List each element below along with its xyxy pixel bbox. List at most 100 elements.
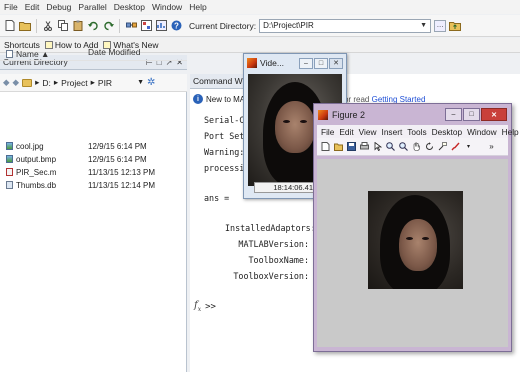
figure-menu-view[interactable]: View (359, 127, 377, 137)
rotate-icon[interactable] (425, 142, 434, 151)
svg-text:?: ? (174, 21, 179, 30)
list-item[interactable]: output.bmp 12/9/15 6:14 PM (0, 153, 187, 165)
m-file-icon (6, 168, 13, 176)
paste-icon[interactable] (72, 20, 84, 32)
file-date: 12/9/15 6:14 PM (88, 141, 147, 151)
close-button[interactable]: ✕ (481, 108, 507, 121)
path-drive[interactable]: D: (42, 78, 51, 88)
figure-menu-help[interactable]: Help (502, 127, 519, 137)
new-figure-icon[interactable] (321, 142, 330, 151)
copy-icon[interactable] (57, 20, 69, 32)
current-directory-field[interactable]: D:\Project\PIR ▼ (259, 18, 432, 33)
open-folder-icon[interactable] (19, 20, 31, 32)
list-item[interactable]: cool.jpg 12/9/15 6:14 PM (0, 140, 187, 152)
toolbar-separator (119, 18, 120, 33)
more-tools-icon[interactable]: » (487, 142, 496, 151)
figure-axes-area (317, 159, 508, 347)
figure-title: Figure 2 (332, 109, 366, 120)
figure-menu-desktop[interactable]: Desktop (432, 127, 462, 137)
cut-icon[interactable] (42, 20, 54, 32)
gear-icon[interactable]: ✲ (147, 77, 155, 88)
menu-bar: File Edit Debug Parallel Desktop Window … (0, 0, 520, 14)
date-column-label: Date Modified (88, 47, 141, 57)
file-name: output.bmp (16, 154, 57, 164)
video-window-titlebar[interactable]: Vide... – □ ✕ (244, 54, 346, 72)
minimize-button[interactable]: – (299, 57, 313, 69)
print-icon[interactable] (360, 142, 369, 151)
menu-edit[interactable]: Edit (25, 2, 40, 12)
figure-toolbar: ▾ » (317, 138, 508, 156)
main-toolbar: ? Current Directory: D:\Project\PIR ▼ … (0, 15, 520, 37)
menu-file[interactable]: File (4, 2, 18, 12)
path-separator: ▸ (90, 77, 95, 87)
path-pir[interactable]: PIR (98, 78, 112, 88)
date-column-header[interactable]: Date Modified (88, 47, 187, 60)
guide-icon[interactable] (140, 20, 152, 32)
command-window-title: Command Win (193, 76, 250, 86)
brush-icon[interactable] (451, 142, 460, 151)
file-name: cool.jpg (16, 141, 44, 151)
menu-parallel[interactable]: Parallel (78, 2, 106, 12)
info-icon: i (193, 94, 203, 104)
image-file-icon (6, 142, 13, 150)
help-icon[interactable]: ? (170, 20, 182, 32)
path-project[interactable]: Project (61, 78, 87, 88)
captured-face-image (368, 191, 463, 289)
figure-titlebar[interactable]: Figure 2 – □ ✕ (314, 104, 511, 125)
figure-menu-window[interactable]: Window (467, 127, 497, 137)
up-folder-icon[interactable] (449, 20, 462, 32)
chevron-down-icon[interactable]: ▼ (420, 22, 427, 29)
simulink-icon[interactable] (125, 20, 137, 32)
path-bar: ◆ ◆ ▸ D: ▸ Project ▸ PIR ▼ ✲ (0, 74, 187, 92)
open-file-icon[interactable] (334, 142, 343, 151)
save-icon[interactable] (347, 142, 356, 151)
profiler-icon[interactable] (155, 20, 167, 32)
output-line: Port Set (204, 131, 245, 141)
current-directory-value: D:\Project\PIR (263, 21, 314, 30)
menu-debug[interactable]: Debug (46, 2, 71, 12)
maximize-button[interactable]: □ (314, 57, 328, 69)
zoom-in-icon[interactable] (386, 142, 395, 151)
list-item[interactable]: PIR_Sec.m 11/13/15 12:13 PM (0, 166, 187, 178)
close-button[interactable]: ✕ (329, 57, 343, 69)
browse-folder-button[interactable]: … (434, 19, 447, 32)
file-name: Thumbs.db (16, 180, 57, 190)
undo-icon[interactable] (87, 20, 99, 32)
forward-icon[interactable]: ◆ (13, 77, 20, 88)
minimize-button[interactable]: – (445, 108, 462, 121)
video-window-title: Vide... (260, 58, 284, 68)
figure-menu-file[interactable]: File (321, 127, 334, 137)
menu-help[interactable]: Help (189, 2, 206, 12)
maximize-button[interactable]: □ (463, 108, 480, 121)
struct-field: ToolboxVersion: (233, 271, 309, 281)
figure-menu-tools[interactable]: Tools (407, 127, 426, 137)
path-separator: ▸ (35, 77, 40, 87)
ans-line: ans = (204, 193, 230, 203)
name-column-header[interactable]: Name ▲ (0, 47, 88, 60)
function-browser-icon[interactable]: fx (194, 300, 201, 313)
chevron-down-icon[interactable]: ▼ (137, 79, 144, 86)
menu-desktop[interactable]: Desktop (114, 2, 145, 12)
redo-icon[interactable] (102, 20, 114, 32)
menu-window[interactable]: Window (152, 2, 182, 12)
command-prompt[interactable]: fx >> (194, 300, 216, 313)
pointer-icon[interactable] (373, 142, 382, 151)
back-icon[interactable]: ◆ (3, 77, 10, 88)
data-cursor-icon[interactable] (438, 142, 447, 151)
path-separator: ▸ (53, 77, 59, 87)
list-item[interactable]: Thumbs.db 11/13/15 12:14 PM (0, 179, 187, 191)
figure-menu-edit[interactable]: Edit (339, 127, 353, 137)
pan-icon[interactable] (412, 142, 421, 151)
output-line: Warning: (204, 147, 245, 157)
figure-window[interactable]: Figure 2 – □ ✕ File Edit View Insert Too… (313, 103, 519, 352)
chevron-down-icon[interactable]: ▾ (464, 142, 473, 151)
folder-icon (22, 78, 33, 87)
db-file-icon (6, 181, 13, 189)
new-file-icon[interactable] (4, 20, 16, 32)
figure-menu-bar: File Edit View Insert Tools Desktop Wind… (317, 125, 519, 138)
zoom-out-icon[interactable] (399, 142, 408, 151)
output-line: Serial-C (204, 115, 245, 125)
file-name: PIR_Sec.m (16, 167, 57, 177)
name-column-label: Name ▲ (16, 48, 50, 59)
figure-menu-insert[interactable]: Insert (382, 127, 403, 137)
